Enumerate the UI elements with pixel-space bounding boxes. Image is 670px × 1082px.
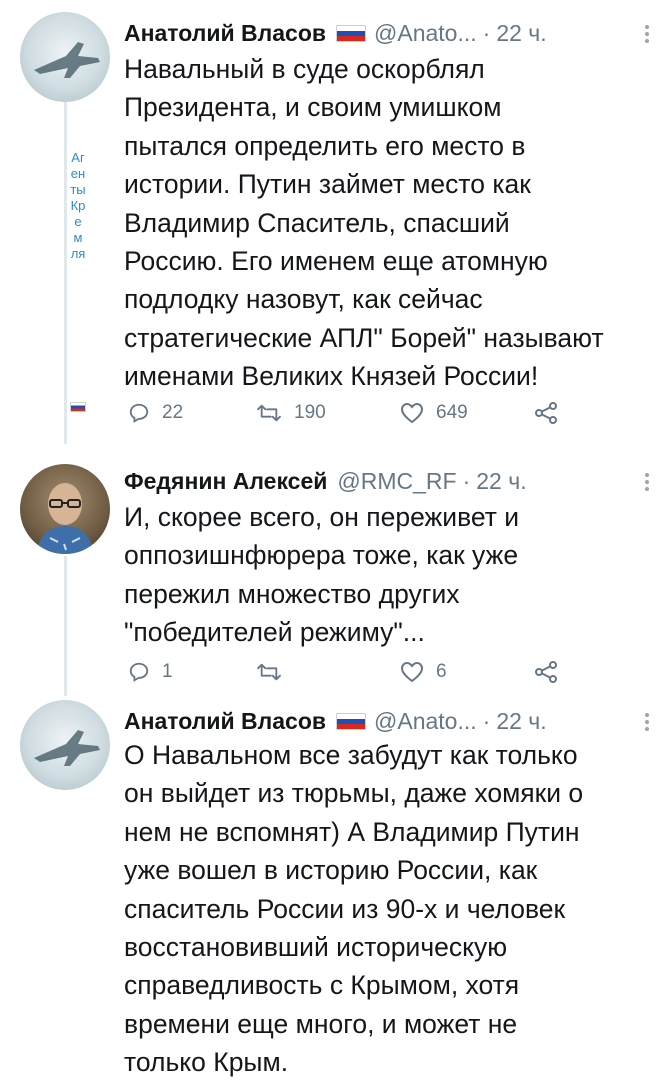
avatar[interactable]: [20, 12, 110, 102]
separator-dot: ·: [482, 707, 491, 734]
jet-image-icon: [34, 42, 100, 78]
reply-count: 22: [162, 402, 184, 423]
tweet-1[interactable]: Агенты Кремля Анатолий Власов @Anato... …: [0, 0, 670, 450]
share-button[interactable]: [534, 652, 558, 692]
timestamp[interactable]: 22 ч.: [496, 20, 546, 47]
reply-icon: [129, 662, 149, 682]
reply-icon: [129, 403, 149, 423]
author-name[interactable]: Анатолий Власов: [124, 708, 326, 735]
tweet-header: Анатолий Власов @Anato... · 22 ч.: [124, 14, 650, 52]
person-photo-icon: [36, 483, 94, 554]
tweet-text: О Навальном все забудут как только он вы…: [124, 740, 584, 1078]
tweet-2[interactable]: Федянин Алексей @RMC_RF · 22 ч. И, скоре…: [0, 450, 670, 700]
avatar[interactable]: [20, 700, 110, 790]
author-handle[interactable]: @Anato...: [374, 708, 477, 735]
author-handle[interactable]: @Anato...: [374, 20, 477, 47]
like-button[interactable]: 649: [400, 393, 468, 433]
avatar[interactable]: [20, 464, 110, 554]
retweet-button[interactable]: [256, 652, 294, 692]
heart-icon: [400, 661, 424, 683]
retweet-button[interactable]: 190: [256, 393, 326, 433]
tweet-header: Анатолий Власов @Anato... · 22 ч.: [124, 702, 650, 740]
tweet-text: И, скорее всего, он переживет и оппозишн…: [124, 502, 520, 648]
share-button[interactable]: [534, 393, 558, 433]
reply-button[interactable]: 1: [128, 652, 173, 692]
timestamp[interactable]: 22 ч.: [496, 708, 546, 735]
retweet-count: 190: [294, 402, 326, 423]
separator-dot: ·: [462, 467, 471, 494]
share-icon: [535, 661, 557, 683]
more-options-icon[interactable]: [644, 22, 650, 46]
author-handle[interactable]: @RMC_RF: [337, 468, 456, 495]
like-count: 649: [436, 402, 468, 423]
like-button[interactable]: 6: [400, 652, 447, 692]
tweet-actions: 22 190 649: [124, 393, 564, 433]
share-icon: [535, 402, 557, 424]
author-name[interactable]: Федянин Алексей: [124, 468, 327, 495]
separator-dot: ·: [482, 19, 491, 46]
russia-flag-icon: [70, 402, 86, 412]
retweet-icon: [257, 663, 281, 681]
tweet-text: Навальный в суде оскорблял Президента, и…: [124, 54, 604, 392]
russia-flag-icon: [336, 24, 367, 42]
reply-count: 1: [162, 661, 173, 682]
tweet-3[interactable]: Анатолий Власов @Anato... · 22 ч. О Нава…: [0, 700, 670, 1080]
more-options-icon[interactable]: [644, 710, 650, 734]
tweet-actions: 1 6: [124, 652, 564, 692]
tweet-header: Федянин Алексей @RMC_RF · 22 ч.: [124, 462, 650, 500]
side-label: Агенты Кремля: [70, 150, 86, 261]
retweet-icon: [257, 404, 281, 422]
russia-flag-icon: [336, 712, 367, 730]
author-name[interactable]: Анатолий Власов: [124, 20, 326, 47]
like-count: 6: [436, 661, 447, 682]
more-options-icon[interactable]: [644, 470, 650, 494]
reply-button[interactable]: 22: [128, 393, 183, 433]
heart-icon: [400, 402, 424, 424]
jet-image-icon: [34, 730, 100, 766]
timestamp[interactable]: 22 ч.: [476, 468, 526, 495]
